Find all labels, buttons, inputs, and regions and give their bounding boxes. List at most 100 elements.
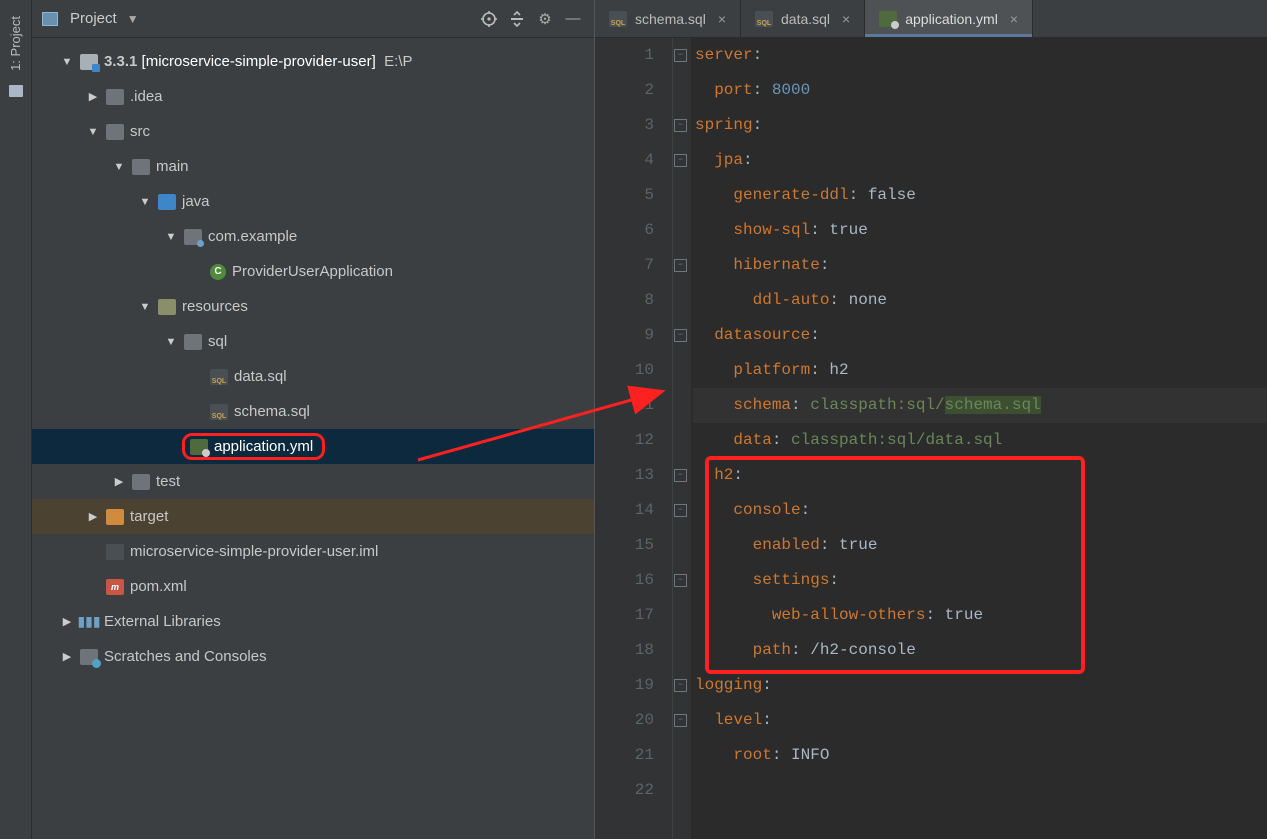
tree-node-idea[interactable]: .idea: [32, 79, 594, 114]
expand-icon[interactable]: [86, 126, 100, 138]
code-line[interactable]: level:: [693, 703, 1267, 738]
close-icon[interactable]: ×: [718, 11, 726, 27]
expand-icon[interactable]: [164, 231, 178, 243]
tree-node-pom[interactable]: m pom.xml: [32, 569, 594, 604]
tree-node-application-yml[interactable]: application.yml: [32, 429, 594, 464]
code-line[interactable]: platform: h2: [693, 353, 1267, 388]
editor-tab[interactable]: SQLdata.sql×: [741, 0, 865, 37]
code-line[interactable]: ddl-auto: none: [693, 283, 1267, 318]
expand-icon[interactable]: [112, 161, 126, 173]
expand-icon[interactable]: [164, 336, 178, 348]
tree-node-target[interactable]: target: [32, 499, 594, 534]
fold-toggle-icon[interactable]: −: [674, 119, 687, 132]
close-icon[interactable]: ×: [842, 11, 850, 27]
tree-node-schema-sql[interactable]: SQL schema.sql: [32, 394, 594, 429]
fold-toggle-icon[interactable]: −: [674, 574, 687, 587]
code-line[interactable]: datasource:: [693, 318, 1267, 353]
fold-toggle-icon[interactable]: −: [674, 679, 687, 692]
code-line[interactable]: jpa:: [693, 143, 1267, 178]
tree-node-label: pom.xml: [130, 578, 187, 595]
fold-toggle-icon[interactable]: −: [674, 259, 687, 272]
expand-icon[interactable]: [138, 301, 152, 313]
code-line[interactable]: server:: [693, 38, 1267, 73]
module-icon: [80, 54, 98, 70]
expand-icon[interactable]: [60, 615, 74, 628]
tree-node-label: ProviderUserApplication: [232, 263, 393, 280]
fold-toggle-icon[interactable]: −: [674, 469, 687, 482]
folder-icon: [106, 89, 124, 105]
code-line[interactable]: path: /h2-console: [693, 633, 1267, 668]
code-line[interactable]: settings:: [693, 563, 1267, 598]
code-line[interactable]: h2:: [693, 458, 1267, 493]
editor-tab[interactable]: application.yml ×: [865, 0, 1033, 37]
class-icon: C: [210, 264, 226, 280]
code-line[interactable]: web-allow-others: true: [693, 598, 1267, 633]
fold-toggle-icon[interactable]: −: [674, 49, 687, 62]
expand-icon[interactable]: [138, 196, 152, 208]
tree-node-scratches[interactable]: Scratches and Consoles: [32, 639, 594, 674]
tree-node-sqlfolder[interactable]: sql: [32, 324, 594, 359]
editor-tab[interactable]: SQL schema.sql ×: [595, 0, 741, 37]
project-tool-button[interactable]: 1: Project: [8, 8, 23, 79]
tab-label: application.yml: [905, 11, 998, 27]
target-icon[interactable]: [478, 8, 500, 30]
editor-tabs: SQLschema.sql×SQLdata.sql×application.ym…: [595, 0, 1267, 38]
tree-node-iml[interactable]: microservice-simple-provider-user.iml: [32, 534, 594, 569]
tree-node-label: data.sql: [234, 368, 287, 385]
tree-node-test[interactable]: test: [32, 464, 594, 499]
project-view-selector-icon[interactable]: [42, 12, 58, 26]
code-line[interactable]: enabled: true: [693, 528, 1267, 563]
code-line[interactable]: show-sql: true: [693, 213, 1267, 248]
scratches-icon: [80, 649, 98, 665]
chevron-down-icon[interactable]: ▼: [127, 12, 139, 26]
expand-icon[interactable]: [112, 475, 126, 488]
close-icon[interactable]: ×: [1010, 11, 1018, 27]
fold-toggle-icon[interactable]: −: [674, 714, 687, 727]
tree-node-root[interactable]: 3.3.1 [microservice-simple-provider-user…: [32, 44, 594, 79]
code-line[interactable]: generate-ddl: false: [693, 178, 1267, 213]
code-line[interactable]: root: INFO: [693, 738, 1267, 773]
code-line[interactable]: logging:: [693, 668, 1267, 703]
collapse-all-icon[interactable]: [506, 8, 528, 30]
code-line[interactable]: hibernate:: [693, 248, 1267, 283]
expand-icon[interactable]: [60, 56, 74, 68]
code-line[interactable]: port: 8000: [693, 73, 1267, 108]
fold-toggle-icon[interactable]: −: [674, 329, 687, 342]
code-editor[interactable]: 12345678910111213141516171819202122 −−−−…: [595, 38, 1267, 839]
expand-icon[interactable]: [86, 90, 100, 103]
tree-node-main[interactable]: main: [32, 149, 594, 184]
fold-toggle-icon[interactable]: −: [674, 154, 687, 167]
expand-icon[interactable]: [86, 510, 100, 523]
tree-node-label: application.yml: [214, 438, 313, 455]
tree-node-label: microservice-simple-provider-user.iml: [130, 543, 378, 560]
code-content[interactable]: server: port: 8000spring: jpa: generate-…: [691, 38, 1267, 839]
minimize-icon[interactable]: —: [562, 8, 584, 30]
code-line[interactable]: spring:: [693, 108, 1267, 143]
fold-strip[interactable]: − − − − − − − − − −: [673, 38, 691, 839]
source-folder-icon: [158, 194, 176, 210]
code-line[interactable]: data: classpath:sql/data.sql: [693, 423, 1267, 458]
tab-label: schema.sql: [635, 11, 706, 27]
tree-node-data-sql[interactable]: SQL data.sql: [32, 359, 594, 394]
line-gutter[interactable]: 12345678910111213141516171819202122: [595, 38, 673, 839]
sql-file-icon: SQL: [609, 11, 627, 27]
tree-node-src[interactable]: src: [32, 114, 594, 149]
code-line[interactable]: schema: classpath:sql/schema.sql: [693, 388, 1267, 423]
code-line[interactable]: [693, 773, 1267, 808]
tree-node-label: main: [156, 158, 189, 175]
yml-file-icon: [190, 439, 208, 455]
yml-file-icon: [879, 11, 897, 27]
tree-node-label: sql: [208, 333, 227, 350]
project-tree[interactable]: 3.3.1 [microservice-simple-provider-user…: [32, 38, 594, 839]
tree-node-java[interactable]: java: [32, 184, 594, 219]
tree-node-label: .idea: [130, 88, 163, 105]
editor-area: SQLschema.sql×SQLdata.sql×application.ym…: [595, 0, 1267, 839]
tree-node-class[interactable]: C ProviderUserApplication: [32, 254, 594, 289]
tree-node-package[interactable]: com.example: [32, 219, 594, 254]
tree-node-external-libs[interactable]: ▮▮▮ External Libraries: [32, 604, 594, 639]
expand-icon[interactable]: [60, 650, 74, 663]
code-line[interactable]: console:: [693, 493, 1267, 528]
fold-toggle-icon[interactable]: −: [674, 504, 687, 517]
tree-node-resources[interactable]: resources: [32, 289, 594, 324]
gear-icon[interactable]: ⚙: [534, 8, 556, 30]
